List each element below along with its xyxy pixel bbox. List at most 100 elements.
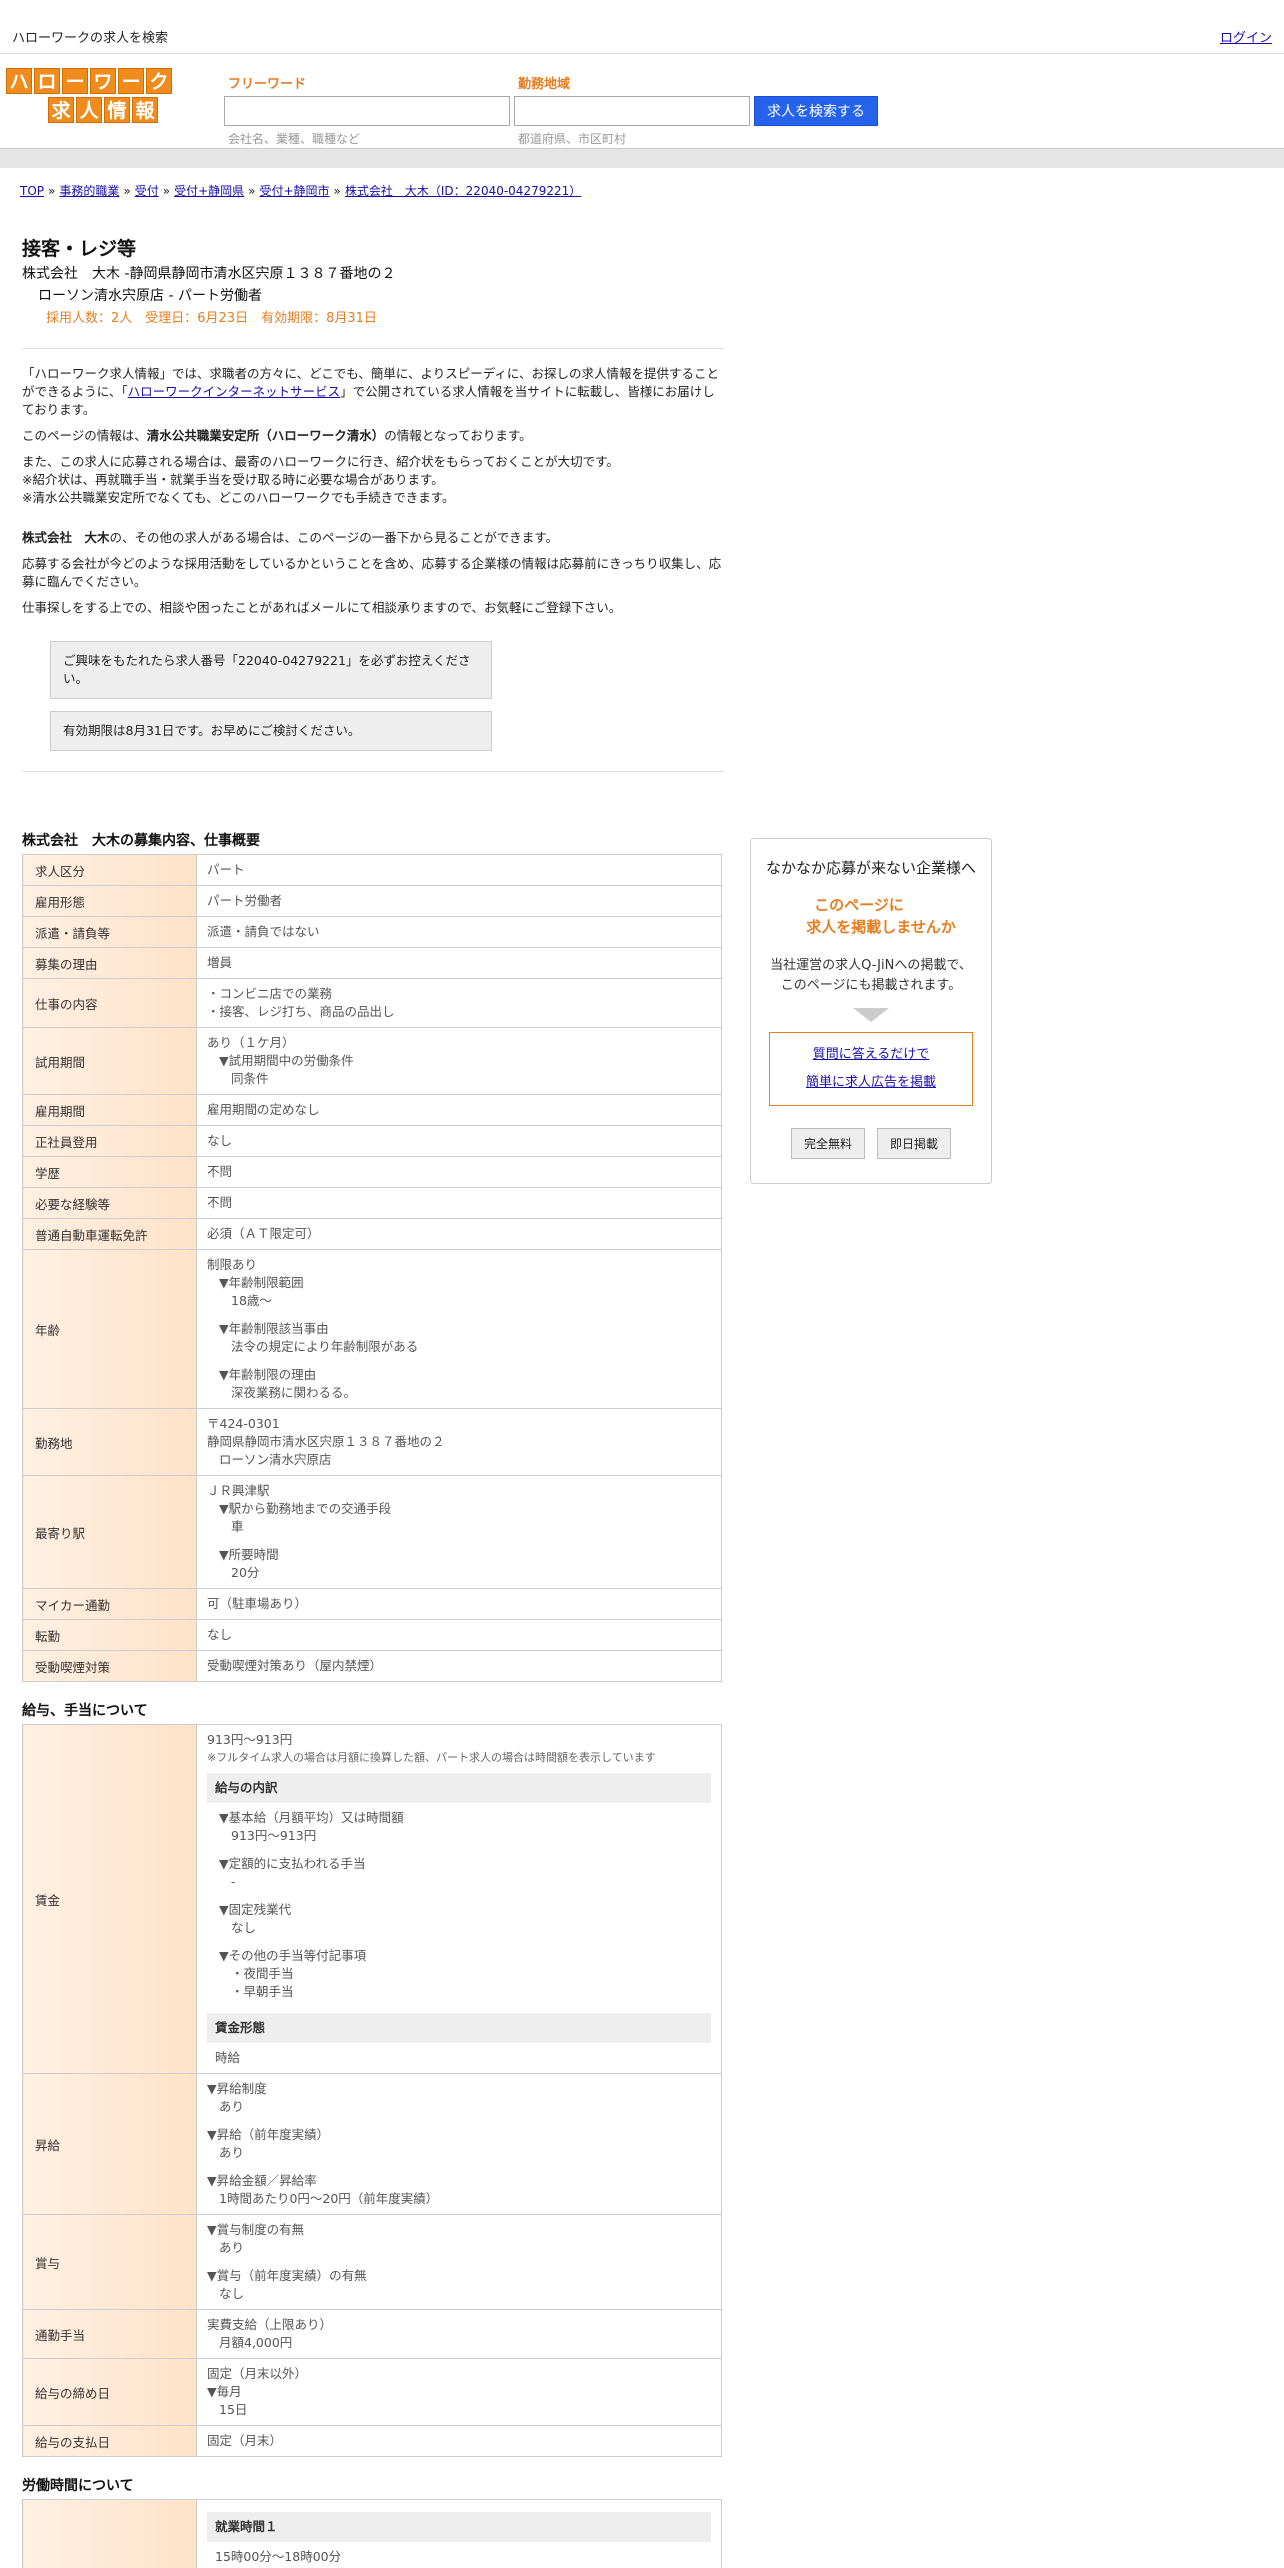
row-value: 可（駐車場あり） xyxy=(196,1588,722,1620)
breadcrumb-city[interactable]: 受付+静岡市 xyxy=(259,184,329,198)
row-value: 必須（ＡＴ限定可） xyxy=(196,1218,722,1250)
row-header: マイカー通勤 xyxy=(22,1588,197,1620)
intro-paragraph: 仕事探しをする上での、相談や困ったことがあればメールにて相談承りますので、お気軽… xyxy=(22,600,622,615)
divider-bar xyxy=(0,148,1284,168)
row-header: 試用期間 xyxy=(22,1027,197,1095)
main-content: 接客・レジ等 株式会社 大木 -静岡県静岡市清水区宍原１３８７番地の２ ローソン… xyxy=(22,230,724,2568)
row-value: 雇用期間の定めなし xyxy=(196,1094,722,1126)
site-title: ハローワークの求人を検索 xyxy=(12,31,169,46)
store-line: ローソン清水宍原店 - パート労働者 xyxy=(38,288,262,304)
row-value: 〒424-0301 静岡県静岡市清水区宍原１３８７番地の２ ローソン清水宍原店 xyxy=(196,1408,722,1476)
row-header: 学歴 xyxy=(22,1156,197,1188)
location-label: 勤務地域 xyxy=(518,77,571,92)
table-row: 年齢 制限あり ▼年齢制限範囲 18歳〜 ▼年齢制限該当事由 法令の規定により年齢制限があ… xyxy=(22,1249,722,1409)
table-row: 転勤 なし xyxy=(22,1619,722,1651)
salary-table: 賃金 913円〜913円 ※フルタイム求人の場合は月額に換算した額、パート求人の… xyxy=(22,1724,722,2457)
row-value: あり（１ケ月） ▼試用期間中の労働条件 同条件 xyxy=(196,1027,722,1095)
hellowork-internet-link[interactable]: ハローワークインターネットサービス xyxy=(128,384,341,399)
row-value: 不問 xyxy=(196,1187,722,1219)
row-header: 仕事の内容 xyxy=(22,978,197,1028)
post-ad-link[interactable]: 簡単に求人広告を掲載 xyxy=(770,1069,972,1097)
site-logo[interactable]: ハローワーク 求人情報 xyxy=(6,68,178,124)
freeword-input[interactable] xyxy=(224,96,510,126)
search-jobs-button[interactable]: 求人を検索する xyxy=(754,96,878,126)
row-header: 転勤 xyxy=(22,1619,197,1651)
intro-text: 「ハローワーク求人情報」では、求職者の方々に、どこでも、簡単に、よりスピーディに… xyxy=(22,365,724,617)
logo-letter: ク xyxy=(146,68,172,94)
breadcrumb-top[interactable]: TOP xyxy=(20,184,44,198)
freeword-label: フリーワード xyxy=(228,77,307,92)
row-header: 必要な経験等 xyxy=(22,1187,197,1219)
row-value: 913円〜913円 ※フルタイム求人の場合は月額に換算した額、パート求人の場合は… xyxy=(196,1724,722,2074)
row-value: 不問 xyxy=(196,1156,722,1188)
login-link[interactable]: ログイン xyxy=(1220,27,1272,46)
row-value: なし xyxy=(196,1619,722,1651)
table-row: 就業時間１ 15時00分〜18時00分 xyxy=(22,2499,722,2568)
hours-table: 就業時間１ 15時00分〜18時00分 xyxy=(22,2499,722,2568)
table-row: 昇給 ▼昇給制度 あり ▼昇給（前年度実績） あり ▼昇給金額／昇給率 1時間あたり0… xyxy=(22,2073,722,2215)
ad-badges: 完全無料 即日掲載 xyxy=(761,1128,981,1159)
location-input[interactable] xyxy=(514,96,750,126)
intro-paragraph: ※紹介状は、再就職手当・就業手当を受け取る時に必要な場合があります。 xyxy=(22,472,444,487)
table-row: 勤務地 〒424-0301 静岡県静岡市清水区宍原１３８７番地の２ ローソン清水宍原店 xyxy=(22,1408,722,1476)
table-row: 募集の理由 増員 xyxy=(22,947,722,979)
company-line: 株式会社 大木 -静岡県静岡市清水区宍原１３８７番地の２ xyxy=(22,266,396,282)
breadcrumb-company[interactable]: 株式会社 大木（ID：22040-04279221） xyxy=(345,184,581,198)
table-row: 最寄り駅 ＪＲ興津駅 ▼駅から勤務地までの交通手段車 ▼所要時間 20分 xyxy=(22,1475,722,1589)
logo-letter: 報 xyxy=(132,97,158,123)
table-row: 通勤手当 実費支給（上限あり） 月額4,000円 xyxy=(22,2309,722,2359)
same-day-badge[interactable]: 即日掲載 xyxy=(877,1128,952,1159)
row-header: 普通自動車運転免許 xyxy=(22,1218,197,1250)
intro-paragraph: 株式会社 大木の、その他の求人がある場合は、このページの一番下から見ることができ… xyxy=(22,530,559,545)
job-number-notice: ご興味をもたれたら求人番号「22040-04279221」を必ずお控えください。 xyxy=(50,641,492,699)
table-row: 求人区分 パート xyxy=(22,854,722,886)
row-value: パート労働者 xyxy=(196,885,722,917)
logo-letter: ワ xyxy=(90,68,116,94)
row-header: 受動喫煙対策 xyxy=(22,1650,197,1682)
table-row: 必要な経験等 不問 xyxy=(22,1187,722,1219)
intro-paragraph: 「ハローワーク求人情報」では、求職者の方々に、どこでも、簡単に、よりスピーディに… xyxy=(22,366,720,417)
row-header: 求人区分 xyxy=(22,854,197,886)
ad-links: 質問に答えるだけで 簡単に求人広告を掲載 xyxy=(769,1032,973,1106)
row-header: 雇用形態 xyxy=(22,885,197,917)
answer-questions-link[interactable]: 質問に答えるだけで xyxy=(770,1041,972,1069)
row-header: 募集の理由 xyxy=(22,947,197,979)
breadcrumb-prefecture[interactable]: 受付+静岡県 xyxy=(174,184,244,198)
row-value: 増員 xyxy=(196,947,722,979)
table-row: 受動喫煙対策 受動喫煙対策あり（屋内禁煙） xyxy=(22,1650,722,1682)
logo-letter: ロ xyxy=(34,68,60,94)
logo-letter: 情 xyxy=(104,97,130,123)
job-title: 接客・レジ等 xyxy=(22,238,137,260)
down-arrow-icon xyxy=(853,1008,889,1022)
ad-description: 当社運営の求人Q-JiNへの掲載で、 このページにも掲載されます。 xyxy=(770,958,972,993)
row-value: なし xyxy=(196,1125,722,1157)
row-header: 正社員登用 xyxy=(22,1125,197,1157)
free-badge[interactable]: 完全無料 xyxy=(790,1128,865,1159)
logo-letter: ハ xyxy=(6,68,32,94)
row-value: ＪＲ興津駅 ▼駅から勤務地までの交通手段車 ▼所要時間 20分 xyxy=(196,1475,722,1589)
top-bar: ハローワークの求人を検索 ログイン xyxy=(0,0,1284,54)
intro-paragraph: このページの情報は、清水公共職業安定所（ハローワーク清水）の情報となっております… xyxy=(22,428,532,443)
job-meta: 採用人数：2人 受理日：6月23日 有効期限：8月31日 xyxy=(46,311,377,326)
row-value: 派遣・請負ではない xyxy=(196,916,722,948)
table-row: 賃金 913円〜913円 ※フルタイム求人の場合は月額に換算した額、パート求人の… xyxy=(22,1724,722,2074)
divider xyxy=(22,771,724,772)
row-value: パート xyxy=(196,854,722,886)
table-row: 賞与 ▼賞与制度の有無 あり ▼賞与（前年度実績）の有無 なし xyxy=(22,2214,722,2310)
expiry-notice: 有効期限は8月31日です。お早めにご検討ください。 xyxy=(50,711,492,751)
section-title-recruitment: 株式会社 大木の募集内容、仕事概要 xyxy=(22,833,260,849)
divider xyxy=(22,348,724,349)
section-title-hours: 労働時間について xyxy=(22,2478,134,2494)
location-hint: 都道府県、市区町村 xyxy=(518,132,627,146)
row-value: 制限あり ▼年齢制限範囲 18歳〜 ▼年齢制限該当事由 法令の規定により年齢制限がある ▼… xyxy=(196,1249,722,1409)
table-row: 給与の支払日 固定（月末） xyxy=(22,2425,722,2457)
row-header: 派遣・請負等 xyxy=(22,916,197,948)
row-value: 受動喫煙対策あり（屋内禁煙） xyxy=(196,1650,722,1682)
intro-paragraph: 応募する会社が今どのような採用活動をしているかということを含め、応募する企業様の… xyxy=(22,556,722,589)
breadcrumb-category[interactable]: 事務的職業 xyxy=(59,184,119,198)
employer-ad-box: なかなか応募が来ない企業様へ このページに 求人を掲載しませんか 当社運営の求人Q… xyxy=(750,838,992,1184)
intro-paragraph: また、この求人に応募される場合は、最寄のハローワークに行き、紹介状をもらっておく… xyxy=(22,454,619,469)
breadcrumb-subcategory[interactable]: 受付 xyxy=(135,184,159,198)
table-row: 正社員登用 なし xyxy=(22,1125,722,1157)
row-header: 年齢 xyxy=(22,1249,197,1409)
